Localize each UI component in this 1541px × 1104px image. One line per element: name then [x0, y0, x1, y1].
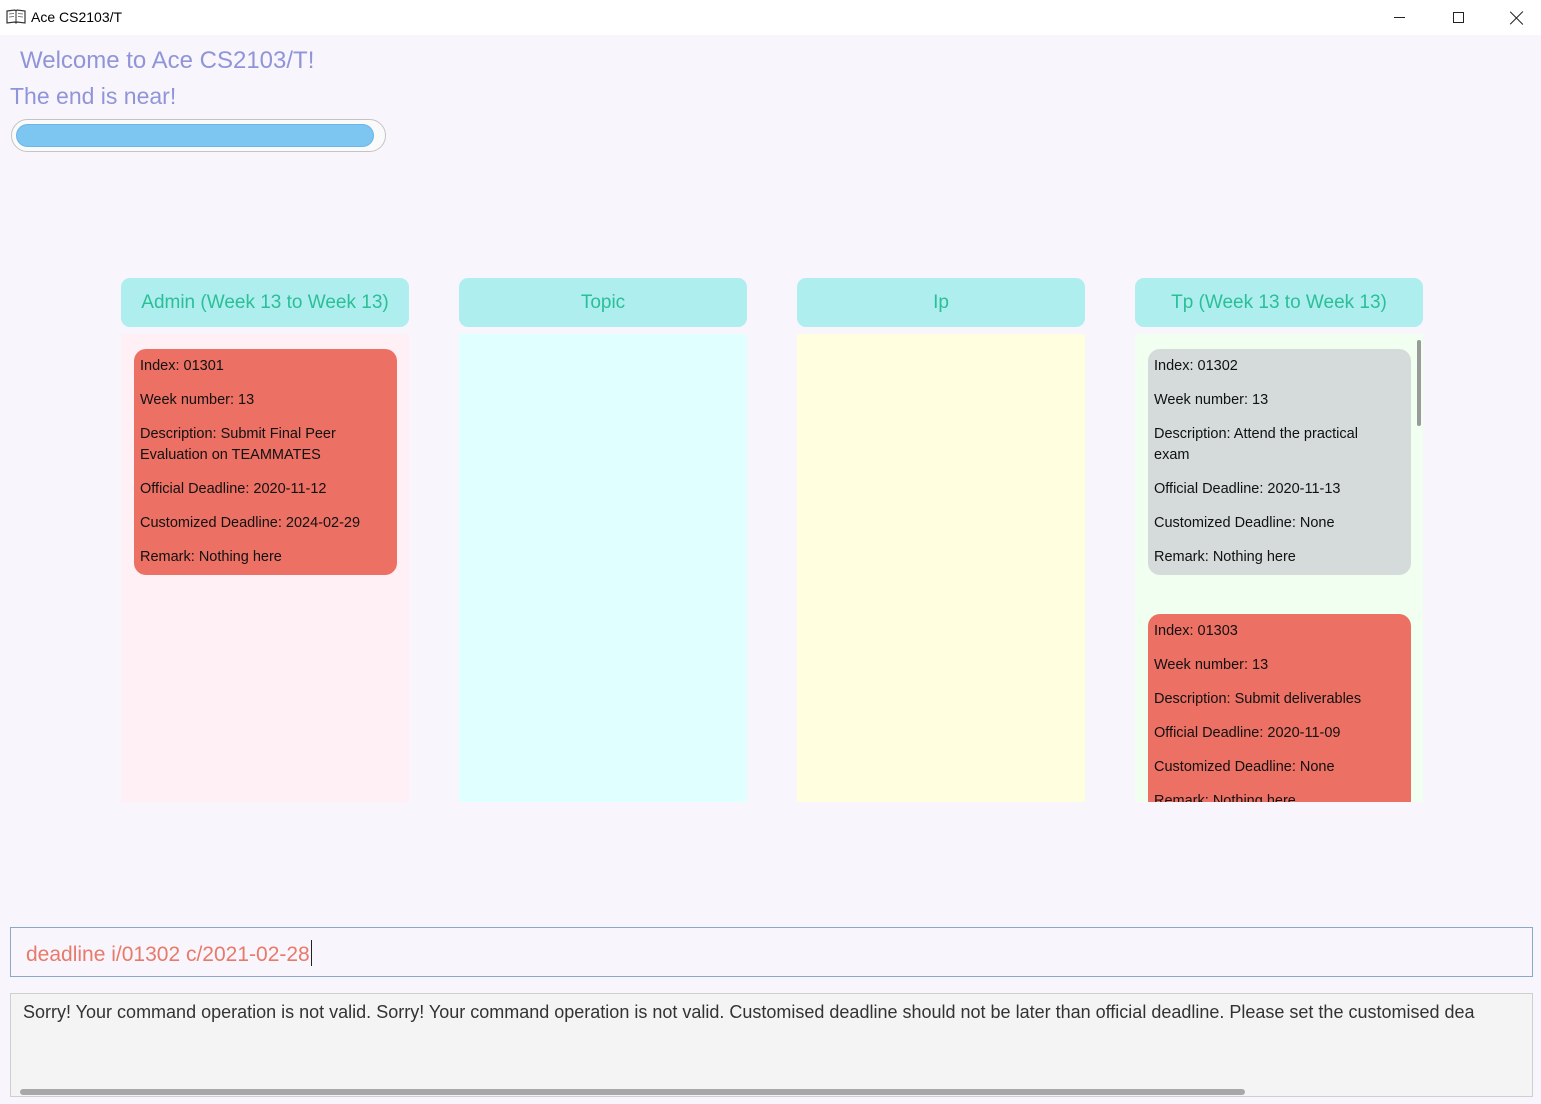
welcome-message: Welcome to Ace CS2103/T! — [20, 47, 315, 74]
minimize-icon — [1393, 17, 1405, 18]
task-field: Week number: 13 — [140, 392, 255, 408]
minimize-button[interactable] — [1370, 0, 1428, 35]
task-field: Index: 01303 — [1154, 623, 1238, 639]
column-header-tp: Tp (Week 13 to Week 13) — [1135, 278, 1423, 327]
tp-scrollbar[interactable] — [1417, 340, 1421, 426]
task-field: Customized Deadline: 2024-02-29 — [140, 515, 361, 531]
column-header-ip: Ip — [797, 278, 1085, 327]
text-caret — [310, 940, 312, 966]
close-button[interactable] — [1488, 0, 1541, 35]
task-field: Remark: Nothing here — [1154, 793, 1296, 802]
column-admin[interactable]: Index: 01301 Week number: 13 Description: … — [121, 334, 409, 802]
task-card[interactable]: Index: 01301 Week number: 13 Description: … — [134, 349, 397, 575]
title-bar: Ace CS2103/T — [0, 0, 1541, 35]
task-card[interactable]: Index: 01303 Week number: 13 Description: … — [1148, 614, 1411, 802]
column-header-topic: Topic — [459, 278, 747, 327]
maximize-icon — [1452, 12, 1464, 23]
task-card[interactable]: Index: 01302 Week number: 13 Description: … — [1148, 349, 1411, 575]
task-field: Index: 01301 — [140, 358, 224, 374]
task-field: Week number: 13 — [1154, 392, 1269, 408]
task-field: Remark: Nothing here — [140, 549, 282, 565]
task-field: Description: Submit Final Peer Evaluatio… — [140, 426, 336, 463]
task-field: Official Deadline: 2020-11-09 — [1154, 725, 1341, 741]
result-text: Sorry! Your command operation is not val… — [23, 1002, 1475, 1022]
command-text[interactable]: deadline i/01302 c/2021-02-28 — [26, 940, 312, 967]
task-field: Official Deadline: 2020-11-13 — [1154, 481, 1341, 497]
progress-bar — [11, 119, 386, 152]
column-tp[interactable]: Index: 01302 Week number: 13 Description: … — [1135, 334, 1423, 802]
column-topic[interactable] — [459, 334, 747, 802]
task-field: Customized Deadline: None — [1154, 515, 1335, 531]
command-input[interactable]: deadline i/01302 c/2021-02-28 — [10, 927, 1533, 977]
task-field: Week number: 13 — [1154, 657, 1269, 673]
task-field: Customized Deadline: None — [1154, 759, 1335, 775]
task-field: Description: Submit deliverables — [1154, 691, 1362, 707]
countdown-message: The end is near! — [10, 83, 177, 109]
result-display: Sorry! Your command operation is not val… — [10, 993, 1533, 1097]
task-field: Description: Attend the practical exam — [1154, 426, 1358, 463]
close-icon — [1510, 11, 1524, 25]
book-icon — [6, 9, 26, 24]
result-horizontal-scrollbar[interactable] — [20, 1089, 1245, 1095]
window-title: Ace CS2103/T — [31, 9, 123, 25]
column-header-admin: Admin (Week 13 to Week 13) — [121, 278, 409, 327]
maximize-button[interactable] — [1429, 0, 1487, 35]
progress-bar-fill — [16, 124, 374, 147]
task-field: Index: 01302 — [1154, 358, 1238, 374]
task-field: Remark: Nothing here — [1154, 549, 1296, 565]
task-field: Official Deadline: 2020-11-12 — [140, 481, 327, 497]
column-ip[interactable] — [797, 334, 1085, 802]
